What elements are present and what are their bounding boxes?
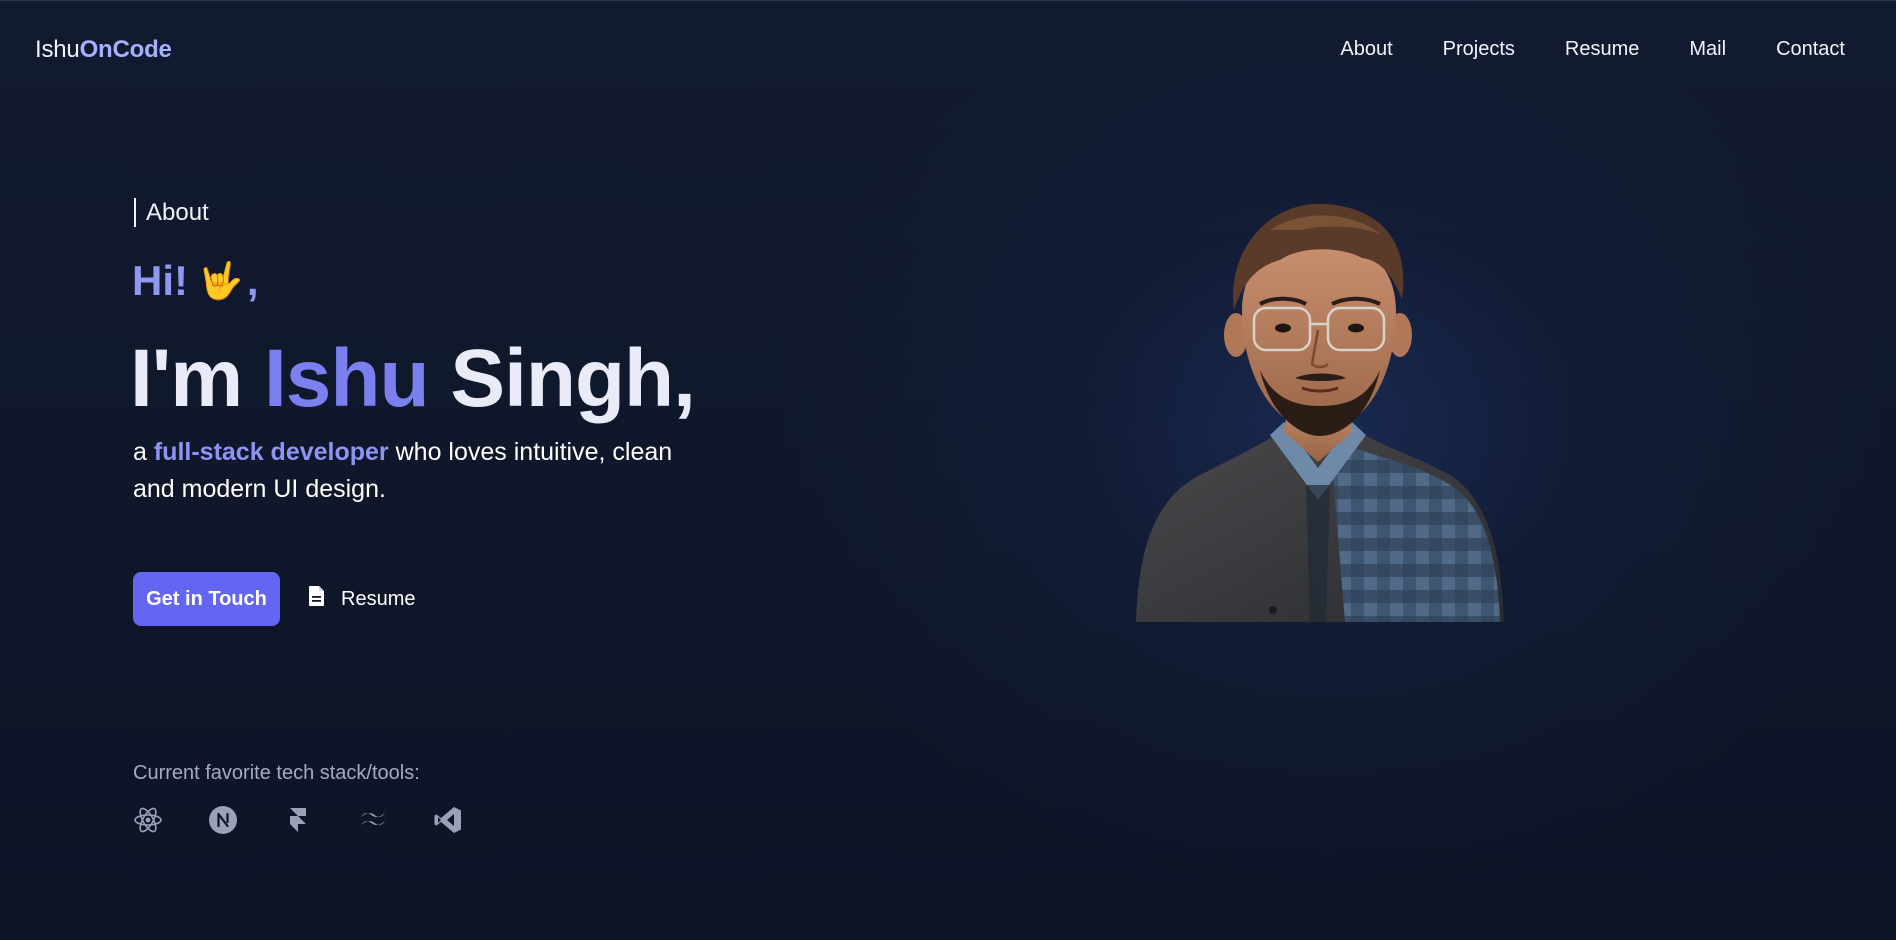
greeting-suffix: , [246, 257, 259, 304]
profile-portrait [1136, 203, 1504, 622]
tools-list [133, 805, 463, 835]
site-logo[interactable]: IshuOnCode [35, 36, 172, 64]
page: IshuOnCode About Projects Resume Mail Co… [0, 0, 1896, 940]
resume-button-label: Resume [341, 587, 416, 610]
rock-hand-emoji-icon: 🤟 [198, 260, 243, 301]
greeting-text: Hi! [132, 257, 188, 304]
tagline-prefix: a [133, 438, 147, 466]
resume-button[interactable]: Resume [307, 585, 415, 613]
tailwind-icon[interactable] [358, 805, 388, 835]
nav-link-resume[interactable]: Resume [1565, 38, 1639, 61]
name-prefix: I'm [130, 333, 243, 424]
nav-link-about[interactable]: About [1340, 38, 1392, 61]
logo-part-1: Ishu [35, 36, 80, 63]
react-icon[interactable] [133, 805, 163, 835]
framer-icon[interactable] [283, 805, 313, 835]
nav-link-mail[interactable]: Mail [1689, 38, 1726, 61]
document-icon [307, 585, 327, 613]
vscode-icon[interactable] [433, 805, 463, 835]
logo-part-2: OnCode [79, 36, 172, 63]
name-last: Singh, [450, 333, 696, 424]
main-nav: About Projects Resume Mail Contact [1340, 38, 1845, 61]
tools-label: Current favorite tech stack/tools: [133, 762, 420, 784]
eyebrow-label: About [146, 198, 209, 226]
name-first: Ishu [264, 333, 430, 424]
get-in-touch-button[interactable]: Get in Touch [133, 572, 280, 626]
hero-name-heading: I'm Ishu Singh, [130, 332, 696, 426]
hero-tagline: a full-stack developer who loves intuiti… [133, 434, 693, 508]
nav-link-contact[interactable]: Contact [1776, 38, 1845, 61]
nav-link-projects[interactable]: Projects [1443, 38, 1515, 61]
tagline-highlight: full-stack developer [153, 438, 389, 466]
greeting: Hi! 🤟 , [132, 257, 259, 305]
section-eyebrow: About [134, 198, 209, 227]
top-border [0, 0, 1896, 1]
nextjs-icon[interactable] [208, 805, 238, 835]
eyebrow-bar [134, 198, 136, 227]
